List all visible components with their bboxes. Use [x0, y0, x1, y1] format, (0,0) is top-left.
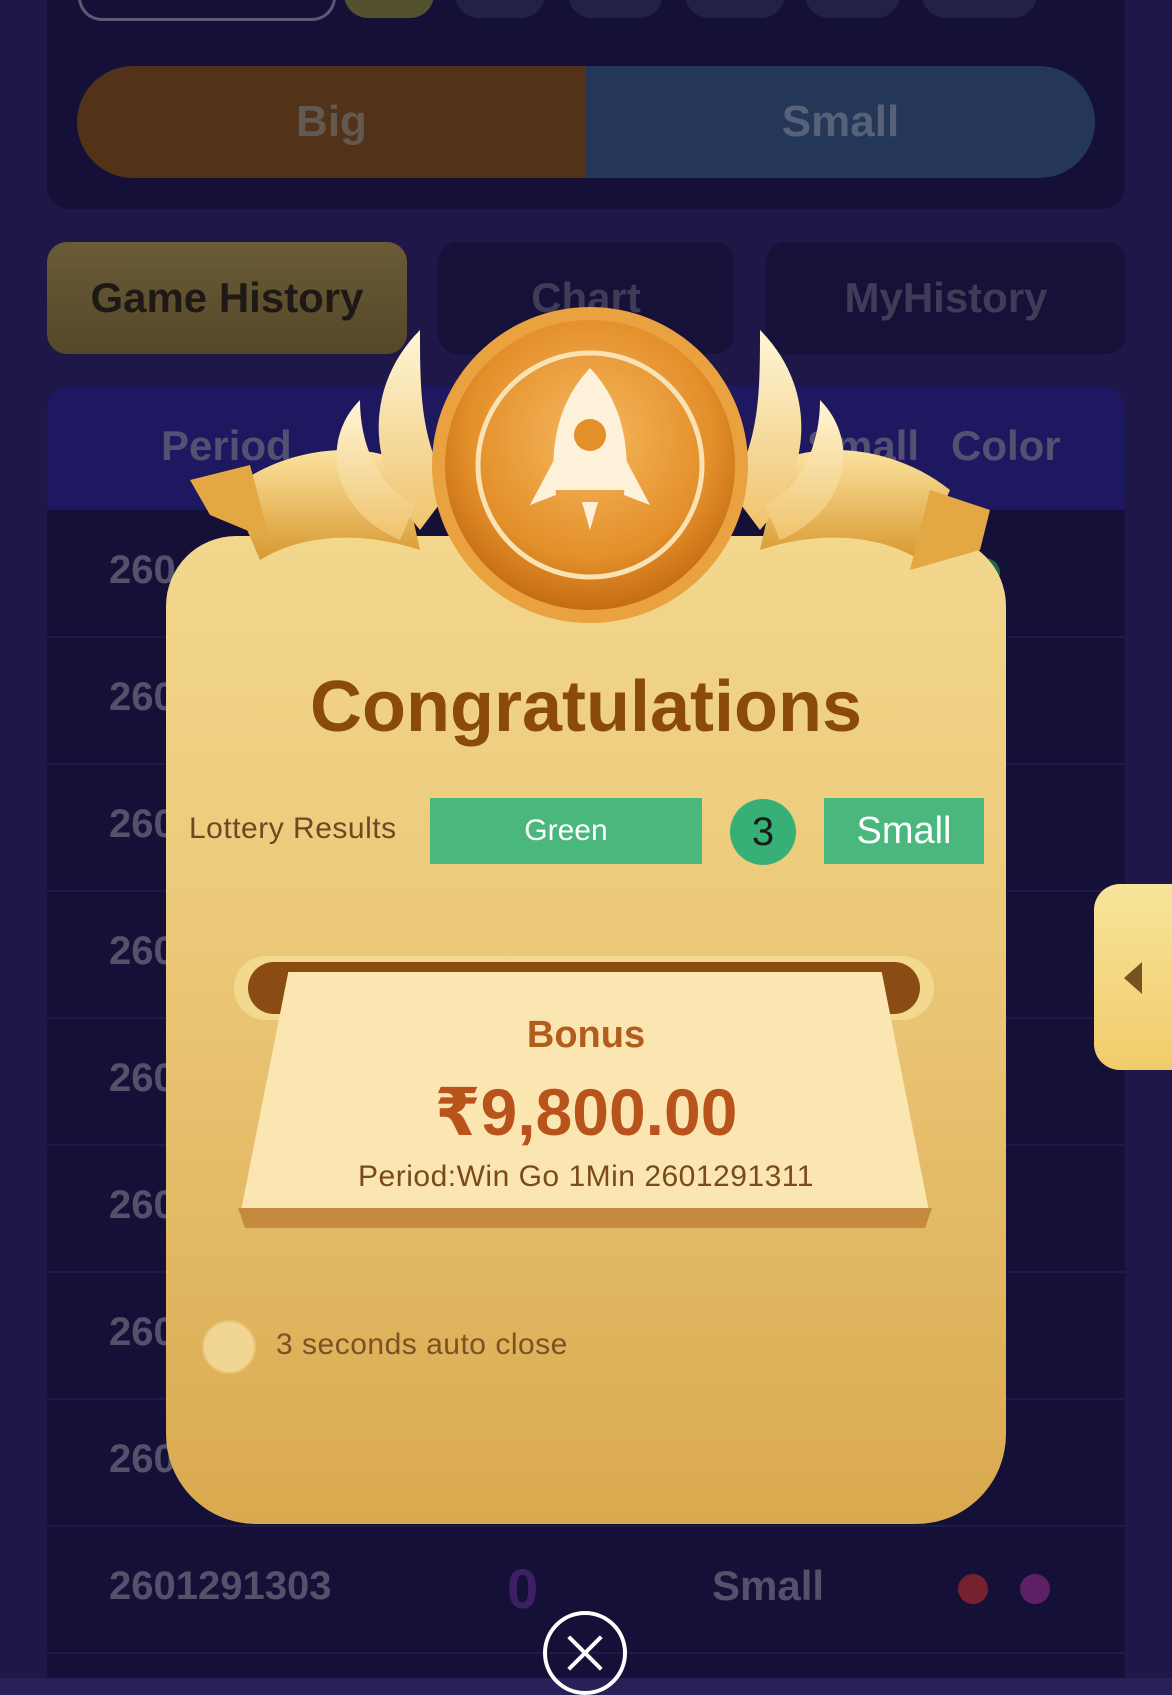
chevron-left-icon	[1124, 962, 1142, 994]
close-button[interactable]	[543, 1611, 627, 1695]
bonus-label: Bonus	[526, 1014, 646, 1056]
result-color-badge: Green	[430, 798, 702, 864]
result-number-badge: 3	[730, 799, 796, 865]
auto-close-radio[interactable]	[202, 1320, 256, 1374]
scroll-edge	[238, 1208, 932, 1228]
result-size-badge: Small	[824, 798, 984, 864]
medal-decoration	[190, 307, 990, 623]
win-modal: Congratulations Lottery Results Green 3 …	[166, 536, 1006, 1524]
bonus-period: Period:Win Go 1Min 2601291311	[358, 1160, 814, 1193]
lottery-results-label: Lottery Results	[189, 812, 397, 845]
side-drawer-handle[interactable]	[1094, 884, 1172, 1070]
bonus-amount: ₹9,800.00	[434, 1075, 738, 1149]
modal-title: Congratulations	[310, 667, 862, 747]
auto-close-text: 3 seconds auto close	[276, 1328, 568, 1361]
